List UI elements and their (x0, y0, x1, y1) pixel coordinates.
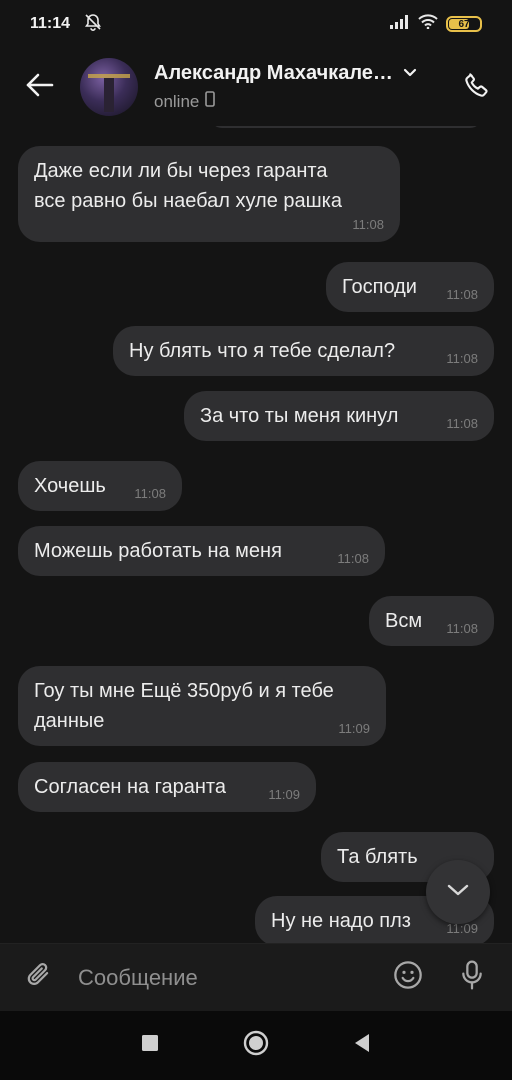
message-timestamp: 11:08 (446, 351, 478, 366)
back-nav-button[interactable] (309, 1011, 415, 1080)
chevron-down-icon[interactable] (403, 65, 417, 83)
avatar[interactable] (80, 58, 138, 116)
message-composer (0, 943, 512, 1012)
message-timestamp: 11:09 (268, 787, 300, 802)
outgoing-message-bubble[interactable]: За что ты меня кинул 11:08 (184, 391, 494, 441)
back-button[interactable] (0, 48, 80, 126)
recents-button[interactable] (97, 1011, 203, 1080)
incoming-message-bubble[interactable]: Гоу ты мне Ещё 350руб и я тебе данные 11:0… (18, 666, 386, 746)
message-text: Даже если ли бы через гаранта (34, 160, 328, 182)
message-timestamp: 11:09 (338, 721, 370, 736)
battery-icon: 67 (446, 16, 482, 32)
phone-icon (462, 70, 492, 105)
message-text: Можешь работать на меня (34, 540, 282, 562)
chevron-down-icon (446, 883, 470, 902)
contact-info[interactable]: Александр Махачкале… online (154, 62, 442, 112)
emoji-icon (392, 959, 424, 996)
system-navigation-bar (0, 1011, 512, 1080)
message-timestamp: 11:08 (446, 287, 478, 302)
message-text: За что ты меня кинул (200, 405, 399, 427)
triangle-back-icon (353, 1033, 371, 1058)
attach-button[interactable] (0, 944, 78, 1012)
battery-level: 67 (458, 18, 470, 30)
message-list[interactable]: Даже если ли бы через гаранта все равно б… (0, 126, 512, 943)
incoming-message-bubble[interactable]: Даже если ли бы через гаранта все равно б… (18, 146, 400, 242)
message-text: Гоу ты мне Ещё 350руб и я тебе (34, 680, 334, 702)
bell-muted-icon (84, 13, 102, 36)
message-text: Согласен на гаранта (34, 776, 226, 798)
back-arrow-icon (26, 73, 54, 102)
microphone-button[interactable] (440, 944, 504, 1012)
wifi-icon (418, 14, 438, 34)
message-timestamp: 11:08 (446, 416, 478, 431)
message-timestamp: 11:08 (352, 217, 384, 232)
call-button[interactable] (442, 48, 512, 126)
home-button[interactable] (203, 1011, 309, 1080)
contact-name: Александр Махачкале… (154, 62, 393, 84)
contact-name-row: Александр Махачкале… (154, 62, 442, 85)
outgoing-message-bubble[interactable]: Господи 11:08 (326, 262, 494, 312)
square-icon (141, 1034, 159, 1057)
scroll-down-button[interactable] (426, 860, 490, 924)
signal-icon (390, 14, 410, 34)
circle-icon (243, 1030, 269, 1061)
outgoing-message-bubble[interactable]: Всм 11:08 (369, 596, 494, 646)
contact-status-row: online (154, 91, 442, 112)
message-timestamp: 11:08 (134, 486, 166, 501)
message-text: данные (34, 710, 105, 732)
incoming-message-bubble[interactable]: Согласен на гаранта 11:09 (18, 762, 316, 812)
message-timestamp: 11:08 (337, 551, 369, 566)
mobile-device-icon (205, 91, 216, 112)
status-time: 11:14 (30, 15, 71, 32)
incoming-message-bubble[interactable]: Можешь работать на меня 11:08 (18, 526, 385, 576)
paperclip-icon (24, 960, 54, 995)
message-timestamp: 11:08 (446, 621, 478, 636)
avatar-decoration (104, 78, 114, 112)
status-indicators: 67 (390, 14, 482, 34)
emoji-button[interactable] (376, 944, 440, 1012)
message-bubble-partial (210, 126, 482, 128)
outgoing-message-bubble[interactable]: Ну блять что я тебе сделал? 11:08 (113, 326, 494, 376)
incoming-message-bubble[interactable]: Хочешь 11:08 (18, 461, 182, 511)
message-text: Ну блять что я тебе сделал? (129, 340, 396, 362)
message-input[interactable] (78, 943, 376, 1012)
microphone-icon (458, 959, 486, 996)
status-bar: 11:14 67 (0, 0, 512, 48)
chat-screen: 11:14 67 Александр Махачкале… online Даж… (0, 0, 512, 1080)
chat-header: Александр Махачкале… online (0, 48, 512, 126)
contact-status: online (154, 91, 200, 111)
message-text: все равно бы наебал хуле рашка (34, 190, 342, 212)
